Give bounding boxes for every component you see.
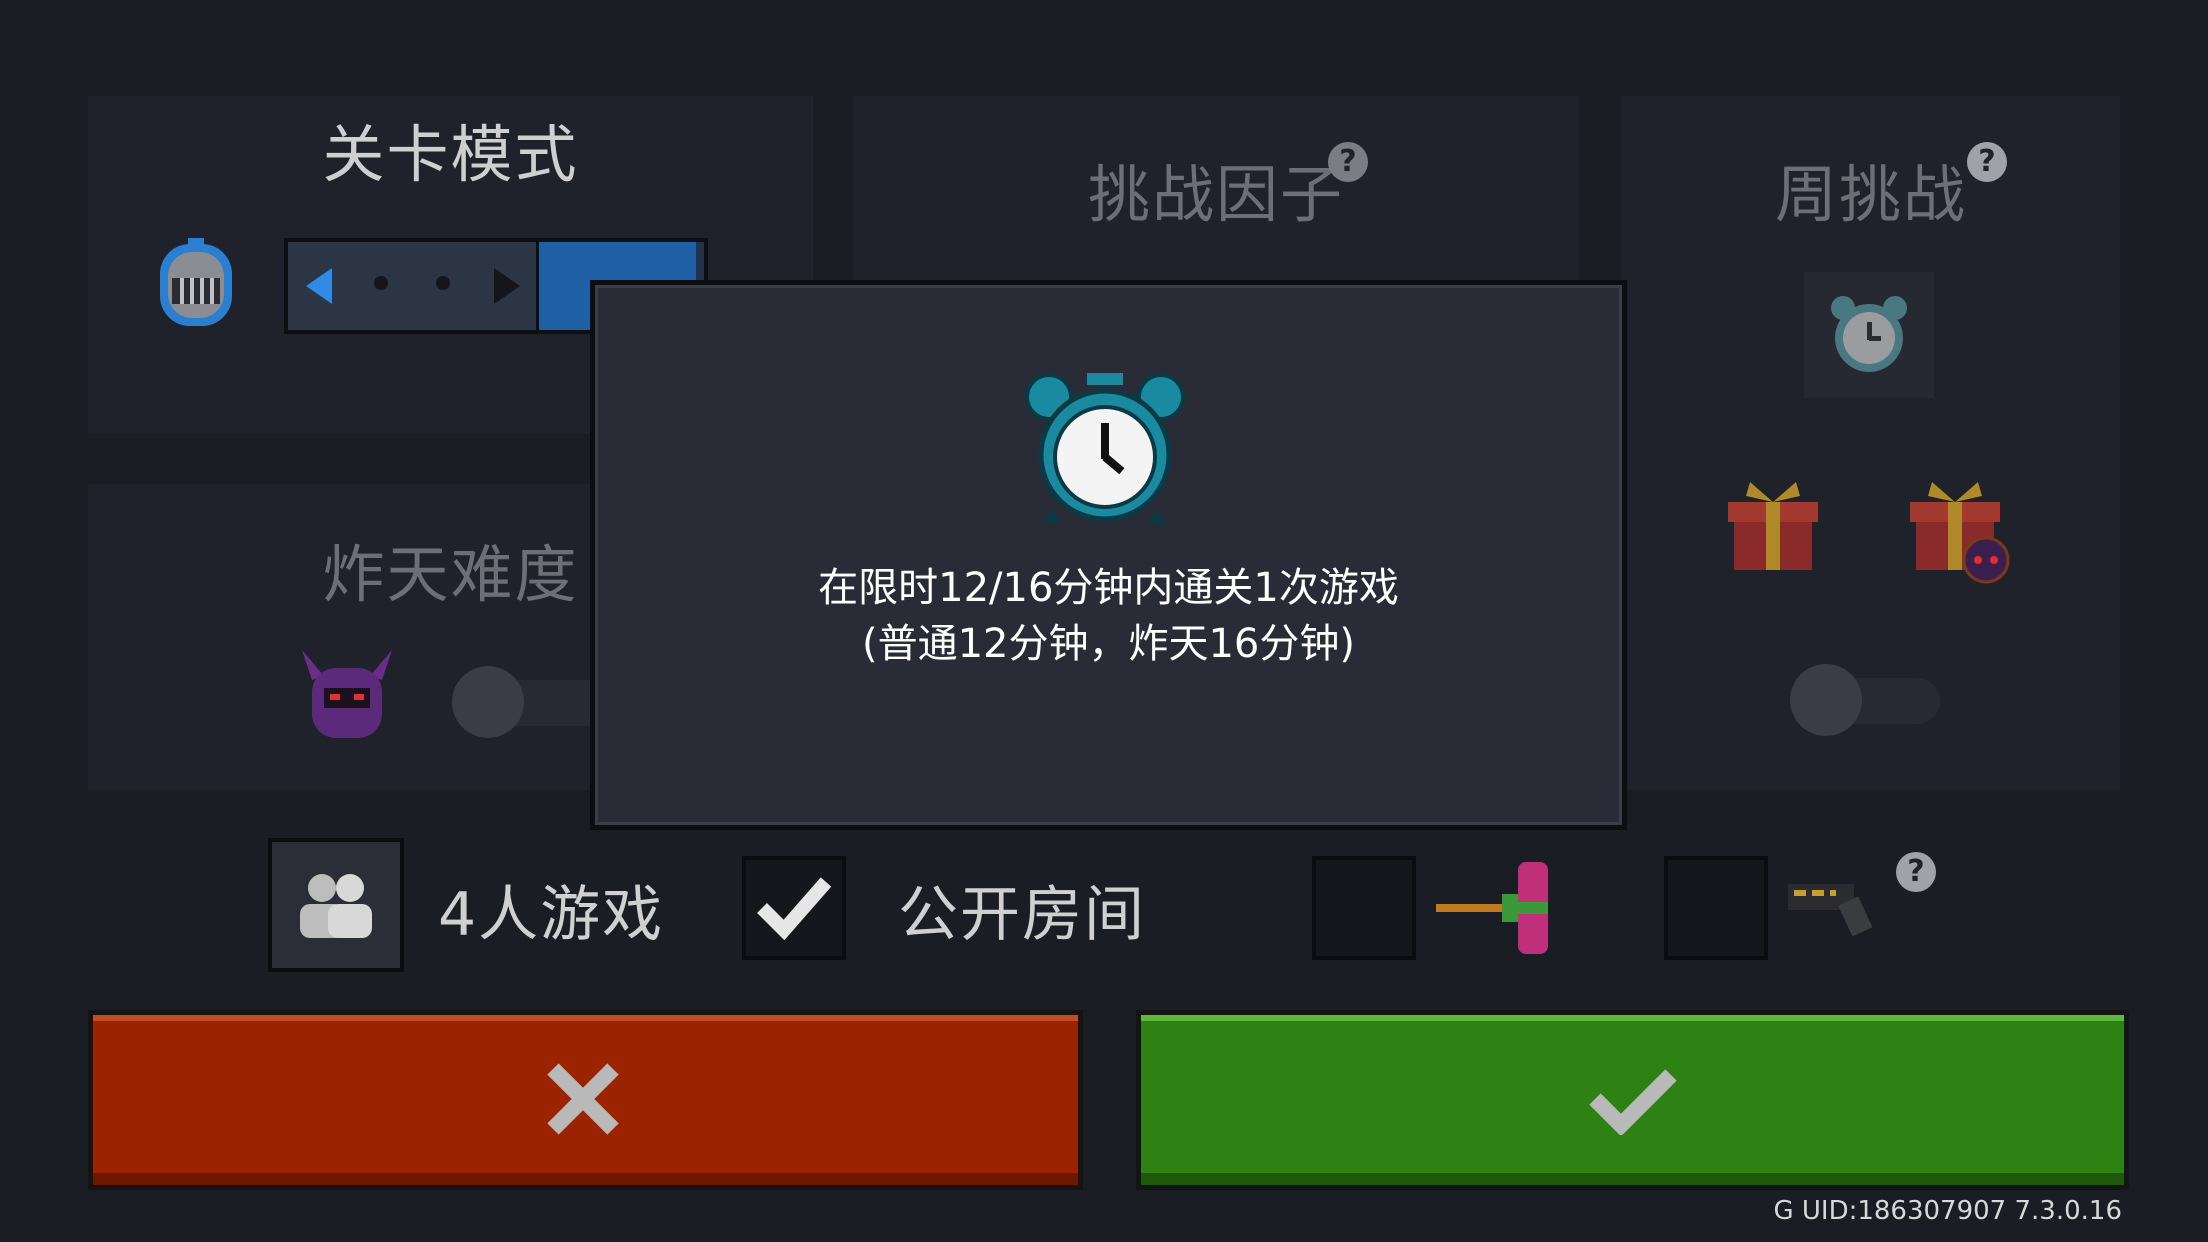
dot-icon: [436, 276, 450, 290]
help-icon[interactable]: ?: [1967, 142, 2007, 182]
gun-icon: [1788, 884, 1873, 937]
gift-icon: [1728, 482, 1818, 570]
weekly-clock-slot[interactable]: [1804, 272, 1934, 398]
weekly-challenge-title: 周挑战: [1774, 158, 1967, 231]
alarm-clock-icon: [1831, 296, 1907, 372]
public-room-label: 公开房间: [898, 880, 1146, 950]
challenge-factor-title: 挑战因子: [1087, 158, 1344, 231]
hammer-checkbox[interactable]: [1312, 856, 1416, 960]
hell-gift-icon: [1910, 482, 2010, 584]
players-icon: [300, 874, 372, 938]
dot-icon: [374, 276, 388, 290]
close-icon: [547, 1063, 619, 1135]
gun-checkbox[interactable]: [1664, 856, 1768, 960]
level-mode-title: 关卡模式: [322, 118, 579, 191]
arrow-left-icon: [306, 268, 332, 304]
hammer-icon: [1436, 862, 1548, 954]
checkmark-icon: [757, 877, 832, 940]
help-icon[interactable]: ?: [1328, 142, 1368, 182]
toggle-knob: [452, 666, 524, 738]
stepper-dot-1[interactable]: [350, 242, 415, 330]
weekly-challenge-panel: 周挑战 ?: [1622, 96, 2120, 790]
toggle-knob: [1790, 664, 1862, 736]
demon-helmet-icon: [302, 650, 392, 738]
arrow-right-icon: [494, 268, 520, 304]
weekly-challenge-info-dialog[interactable]: 在限时12/16分钟内通关1次游戏 (普通12分钟，炸天16分钟): [590, 280, 1627, 830]
knight-helmet-icon: [160, 238, 232, 326]
stepper-prev-cell[interactable]: [288, 242, 353, 330]
alarm-clock-icon: [1025, 373, 1185, 523]
help-icon[interactable]: ?: [1896, 852, 1936, 892]
user-uid-version: G UID:186307907 7.3.0.16: [1773, 1196, 2122, 1226]
confirm-button[interactable]: [1136, 1010, 2129, 1190]
public-room-checkbox[interactable]: [742, 856, 846, 960]
checkmark-icon: [1589, 1069, 1677, 1135]
stepper-dot-2[interactable]: [412, 242, 477, 330]
cancel-button[interactable]: [88, 1010, 1083, 1190]
dialog-description-line2: (普通12分钟，炸天16分钟): [861, 621, 1355, 667]
stepper-next-cell[interactable]: [474, 242, 539, 330]
player-count-label: 4人游戏: [438, 880, 665, 950]
dialog-description-line1: 在限时12/16分钟内通关1次游戏: [818, 565, 1399, 611]
player-count-button[interactable]: [268, 838, 404, 972]
